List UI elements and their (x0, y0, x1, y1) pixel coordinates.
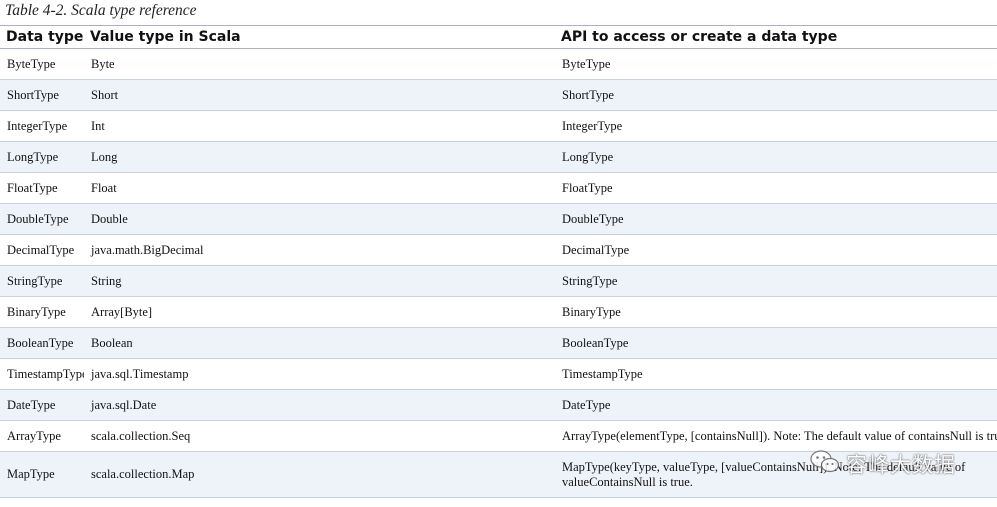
table-row: BooleanType Boolean BooleanType (0, 327, 997, 359)
cell-api: IntegerType (562, 118, 623, 133)
cell-value-type: Boolean (91, 335, 133, 350)
cell-data-type: IntegerType (7, 118, 68, 133)
table-row: TimestampType java.sql.Timestamp Timesta… (0, 358, 997, 390)
cell-api: BinaryType (562, 304, 621, 319)
cell-value-type: Float (91, 180, 117, 195)
table-header-row: Data type Value type in Scala API to acc… (0, 25, 997, 49)
table-row: DecimalType java.math.BigDecimal Decimal… (0, 234, 997, 266)
table-row: LongType Long LongType (0, 141, 997, 173)
cell-data-type: StringType (7, 273, 63, 288)
table-row: ArrayType scala.collection.Seq ArrayType… (0, 420, 997, 452)
cell-api: DoubleType (562, 211, 624, 226)
cell-value-type: java.math.BigDecimal (91, 242, 204, 257)
cell-data-type: LongType (7, 149, 59, 164)
cell-api: LongType (562, 149, 614, 164)
cell-api: ByteType (562, 56, 611, 71)
cell-api: BooleanType (562, 335, 629, 350)
wechat-icon (810, 449, 840, 480)
table-row: ByteType Byte ByteType (0, 48, 997, 80)
watermark-text: 容峰大数据 (846, 452, 956, 477)
table-row: ShortType Short ShortType (0, 79, 997, 111)
table-row: StringType String StringType (0, 265, 997, 297)
cell-data-type: MapType (7, 467, 55, 481)
header-data-type: Data type (6, 29, 84, 45)
cell-api: ArrayType(elementType, [containsNull]). … (562, 428, 997, 443)
cell-data-type: DateType (7, 397, 56, 412)
cell-data-type: FloatType (7, 180, 58, 195)
header-api: API to access or create a data type (561, 29, 838, 45)
cell-data-type: ArrayType (7, 428, 61, 443)
cell-api: DateType (562, 397, 611, 412)
cell-value-type: Double (91, 211, 128, 226)
watermark: 容峰大数据 (810, 449, 956, 480)
cell-data-type: BooleanType (7, 335, 74, 350)
cell-value-type: scala.collection.Map (91, 467, 195, 481)
cell-value-type: Array[Byte] (91, 304, 153, 319)
table-row: DateType java.sql.Date DateType (0, 389, 997, 421)
cell-value-type: String (91, 273, 122, 288)
table-row: BinaryType Array[Byte] BinaryType (0, 296, 997, 328)
cell-value-type: Long (91, 149, 118, 164)
cell-value-type: scala.collection.Seq (91, 428, 191, 443)
cell-data-type: DoubleType (7, 211, 69, 226)
table-row: FloatType Float FloatType (0, 172, 997, 204)
table-row: DoubleType Double DoubleType (0, 203, 997, 235)
cell-value-type: java.sql.Timestamp (91, 366, 189, 381)
cell-api: ShortType (562, 87, 614, 102)
cell-data-type: ShortType (7, 87, 59, 102)
cell-data-type: BinaryType (7, 304, 66, 319)
scala-type-table: Data type Value type in Scala API to acc… (0, 25, 997, 498)
cell-api: DecimalType (562, 242, 630, 257)
cell-api: TimestampType (562, 366, 643, 381)
header-value-type: Value type in Scala (90, 29, 241, 45)
cell-value-type: Byte (91, 56, 115, 71)
cell-value-type: Int (91, 118, 105, 133)
cell-api: FloatType (562, 180, 613, 195)
cell-data-type: TimestampType (7, 366, 84, 381)
cell-value-type: Short (91, 87, 119, 102)
cell-data-type: ByteType (7, 56, 56, 71)
cell-api: StringType (562, 273, 618, 288)
cell-value-type: java.sql.Date (91, 397, 157, 412)
cell-data-type: DecimalType (7, 242, 75, 257)
table-caption: Table 4-2. Scala type reference (5, 2, 197, 19)
table-row: IntegerType Int IntegerType (0, 110, 997, 142)
